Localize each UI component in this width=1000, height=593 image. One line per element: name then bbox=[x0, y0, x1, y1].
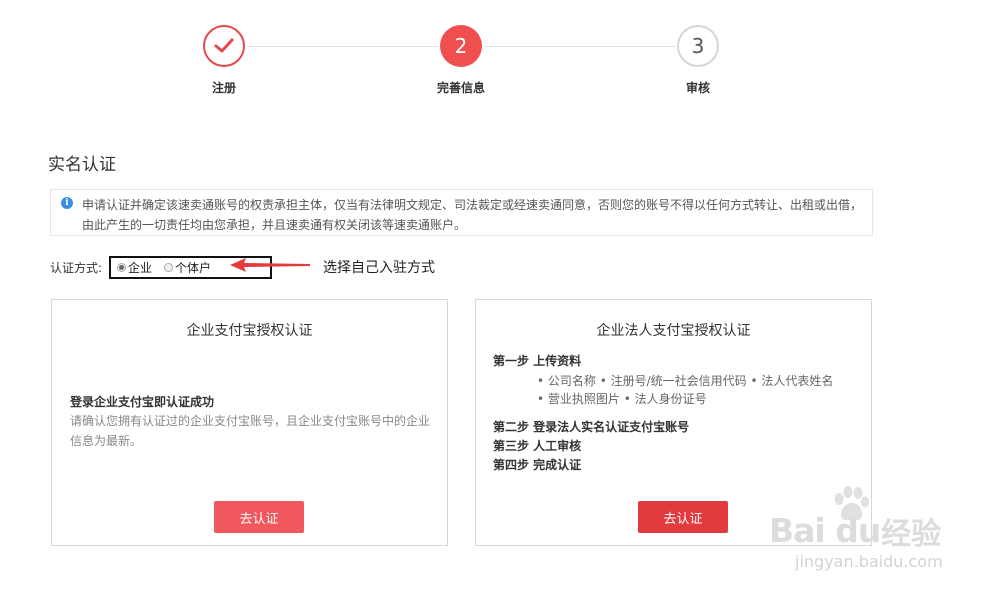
watermark-brand: Bai du bbox=[769, 511, 881, 550]
card-title: 企业法人支付宝授权认证 bbox=[596, 323, 751, 339]
auth-method-label: 认证方式: bbox=[50, 261, 103, 275]
step-one-item: • 营业执照图片 • 法人身份证号 bbox=[537, 392, 707, 406]
annotation-text: 选择自己入驻方式 bbox=[323, 260, 435, 276]
radio-individual[interactable]: 个体户 bbox=[164, 259, 211, 276]
page-title: 实名认证 bbox=[48, 155, 116, 175]
legal-verify-button[interactable]: 去认证 bbox=[638, 501, 728, 533]
enterprise-alipay-card: 企业支付宝授权认证 登录企业支付宝即认证成功 请确认您拥有认证过的企业支付宝账号… bbox=[51, 299, 448, 546]
enterprise-verify-button[interactable]: 去认证 bbox=[214, 501, 304, 533]
watermark-brand-cn: 经验 bbox=[881, 517, 941, 552]
step-one-item: • 公司名称 • 注册号/统一社会信用代码 • 法人代表姓名 bbox=[537, 374, 834, 388]
step-1-circle bbox=[203, 25, 245, 67]
step-connector bbox=[246, 46, 438, 47]
card-description: 请确认您拥有认证过的企业支付宝账号，且企业支付宝账号中的企业信息为最新。 bbox=[70, 414, 431, 448]
notice-box: i 申请认证并确定该速卖通账号的权责承担主体，仅当有法律明文规定、司法裁定或经速… bbox=[50, 189, 873, 236]
radio-individual-label: 个体户 bbox=[175, 261, 212, 275]
step-one: 第一步 上传资料 bbox=[493, 354, 582, 368]
card-title: 企业支付宝授权认证 bbox=[186, 323, 313, 339]
card-heading: 登录企业支付宝即认证成功 bbox=[70, 395, 215, 409]
radio-enterprise[interactable]: 企业 bbox=[117, 259, 152, 276]
step-2-label: 完善信息 bbox=[436, 81, 485, 95]
radio-circle[interactable] bbox=[164, 263, 174, 272]
radio-enterprise-label: 企业 bbox=[128, 261, 153, 275]
watermark-url: jingyan.baidu.com bbox=[795, 552, 943, 571]
annotation-arrow-icon bbox=[230, 258, 310, 272]
step-1-label: 注册 bbox=[211, 81, 236, 95]
baidu-watermark: Bai du 经验 jingyan.baidu.com bbox=[745, 485, 995, 585]
step-four: 第四步 完成认证 bbox=[493, 458, 582, 472]
step-two: 第二步 登录法人实名认证支付宝账号 bbox=[493, 420, 690, 434]
notice-text: 申请认证并确定该速卖通账号的权责承担主体，仅当有法律明文规定、司法裁定或经速卖通… bbox=[82, 198, 863, 232]
radio-circle-selected[interactable] bbox=[117, 263, 126, 272]
step-three: 第三步 人工审核 bbox=[493, 439, 582, 453]
step-3-label: 审核 bbox=[685, 81, 710, 95]
checkmark-icon bbox=[214, 38, 234, 53]
step-2-circle: 2 bbox=[440, 25, 482, 67]
info-icon: i bbox=[61, 197, 73, 209]
step-3-circle: 3 bbox=[677, 25, 719, 67]
step-connector bbox=[484, 46, 676, 47]
progress-stepper: 注册 2 完善信息 3 审核 bbox=[0, 0, 1000, 110]
